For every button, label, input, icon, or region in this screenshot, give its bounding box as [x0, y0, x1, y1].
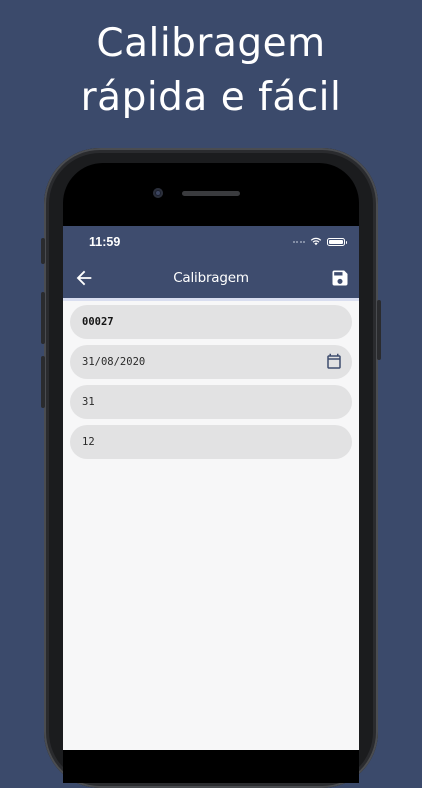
front-camera — [153, 188, 163, 198]
battery-icon — [327, 237, 347, 246]
status-icons — [292, 237, 347, 246]
pressure-field-value: 31 — [82, 396, 95, 408]
promo-headline-line2: rápida e fácil — [80, 75, 342, 120]
value-field-value: 12 — [82, 436, 95, 448]
phone-power-button — [377, 300, 381, 360]
phone-volume-up-button — [41, 292, 45, 344]
status-time: 11:59 — [89, 235, 121, 249]
page-title: Calibragem — [173, 270, 249, 286]
value-field[interactable]: 12 — [70, 425, 352, 459]
status-bar: 11:59 — [63, 226, 359, 258]
phone-mute-switch — [41, 238, 45, 264]
promo-headline-line1: Calibragem — [96, 21, 326, 66]
app-screen: 11:59 Calibragem 00027 31/08/2020 31 12 — [63, 226, 359, 750]
phone-volume-down-button — [41, 356, 45, 408]
earpiece-speaker — [182, 191, 240, 196]
date-field[interactable]: 31/08/2020 — [70, 345, 352, 379]
pressure-field[interactable]: 31 — [70, 385, 352, 419]
date-field-value: 31/08/2020 — [82, 356, 146, 368]
calibration-form: 00027 31/08/2020 31 12 — [63, 301, 359, 459]
app-toolbar: Calibragem — [63, 258, 359, 301]
cellular-signal-icon — [292, 240, 305, 243]
floppy-disk-icon[interactable] — [330, 268, 350, 288]
calendar-icon[interactable] — [325, 353, 343, 371]
wifi-icon — [310, 237, 322, 246]
code-field[interactable]: 00027 — [70, 305, 352, 339]
code-field-value: 00027 — [82, 316, 114, 328]
